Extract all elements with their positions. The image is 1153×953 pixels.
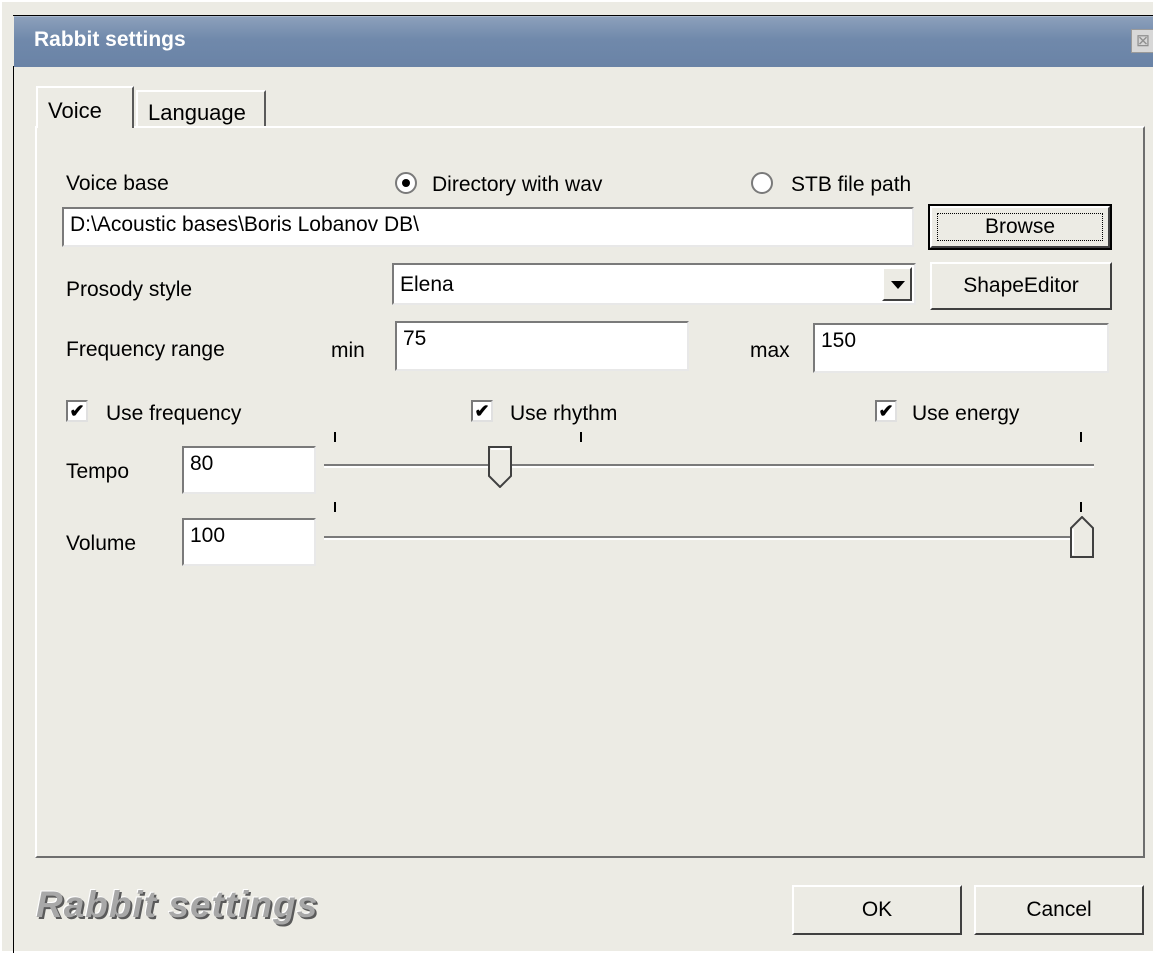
use-rhythm-checkbox[interactable]: ✔ bbox=[471, 400, 493, 422]
frequency-min-label: min bbox=[331, 339, 365, 362]
check-icon: ✔ bbox=[878, 401, 894, 421]
shape-editor-button-label: ShapeEditor bbox=[963, 274, 1079, 297]
use-frequency-label: Use frequency bbox=[106, 402, 242, 425]
volume-value: 100 bbox=[190, 524, 226, 547]
cancel-button[interactable]: Cancel bbox=[974, 885, 1144, 935]
radio-stb-label: STB file path bbox=[791, 173, 912, 196]
use-frequency-checkbox[interactable]: ✔ bbox=[66, 400, 88, 422]
prosody-style-value: Elena bbox=[400, 273, 454, 296]
shape-editor-button[interactable]: ShapeEditor bbox=[930, 262, 1112, 310]
title-bar[interactable]: Rabbit settings ⊠ bbox=[14, 16, 1153, 67]
frequency-min-input[interactable]: 75 bbox=[395, 321, 689, 371]
tempo-input[interactable]: 80 bbox=[182, 446, 316, 494]
radio-selected-dot bbox=[402, 179, 410, 187]
window-title: Rabbit settings bbox=[34, 28, 186, 51]
ok-button[interactable]: OK bbox=[792, 885, 962, 935]
voice-base-path-input[interactable]: D:\Acoustic bases\Boris Lobanov DB\ bbox=[62, 207, 914, 247]
tab-language-label: Language bbox=[148, 100, 246, 125]
use-energy-checkbox[interactable]: ✔ bbox=[875, 400, 897, 422]
brand-logo-text: Rabbit settings bbox=[36, 884, 319, 925]
volume-slider[interactable] bbox=[324, 502, 1094, 572]
radio-directory-with-wav[interactable] bbox=[395, 172, 417, 194]
volume-label: Volume bbox=[66, 532, 137, 555]
prosody-style-label: Prosody style bbox=[66, 278, 193, 301]
slider-thumb[interactable] bbox=[488, 446, 512, 488]
frequency-max-value: 150 bbox=[821, 329, 857, 352]
voice-base-path-value: D:\Acoustic bases\Boris Lobanov DB\ bbox=[70, 213, 420, 236]
close-icon[interactable]: ⊠ bbox=[1131, 29, 1153, 53]
tab-voice-label: Voice bbox=[48, 98, 102, 123]
cancel-button-label: Cancel bbox=[1026, 898, 1092, 921]
check-icon: ✔ bbox=[474, 401, 490, 421]
browse-button[interactable]: Browse bbox=[928, 204, 1112, 250]
focus-rect bbox=[937, 213, 1103, 241]
radio-stb-file-path[interactable] bbox=[751, 172, 773, 194]
slider-tick bbox=[580, 432, 582, 442]
use-rhythm-label: Use rhythm bbox=[510, 402, 618, 425]
frequency-range-label: Frequency range bbox=[66, 338, 225, 361]
frequency-max-label: max bbox=[750, 339, 790, 362]
use-energy-label: Use energy bbox=[912, 402, 1020, 425]
frequency-max-input[interactable]: 150 bbox=[813, 323, 1109, 373]
ok-button-label: OK bbox=[861, 898, 893, 921]
slider-track bbox=[324, 536, 1094, 540]
tempo-slider[interactable] bbox=[324, 432, 1094, 502]
tempo-value: 80 bbox=[190, 452, 214, 475]
frequency-min-value: 75 bbox=[403, 327, 427, 350]
slider-thumb[interactable] bbox=[1070, 516, 1094, 558]
tempo-label: Tempo bbox=[66, 460, 130, 483]
window-frame-left bbox=[13, 66, 14, 953]
slider-tick bbox=[1080, 432, 1082, 442]
slider-track bbox=[324, 464, 1094, 468]
check-icon: ✔ bbox=[69, 401, 85, 421]
slider-tick bbox=[1080, 502, 1082, 512]
slider-tick bbox=[334, 502, 336, 512]
tab-language[interactable]: Language bbox=[136, 90, 266, 128]
volume-input[interactable]: 100 bbox=[182, 518, 316, 566]
voice-base-label: Voice base bbox=[66, 172, 169, 195]
radio-directory-label: Directory with wav bbox=[432, 173, 603, 196]
slider-tick bbox=[334, 432, 336, 442]
prosody-style-select[interactable]: Elena bbox=[392, 263, 916, 305]
tab-voice[interactable]: Voice bbox=[36, 86, 134, 128]
settings-window: Rabbit settings ⊠ Voice Language Voice b… bbox=[0, 0, 1153, 953]
chevron-down-icon[interactable] bbox=[882, 267, 912, 301]
